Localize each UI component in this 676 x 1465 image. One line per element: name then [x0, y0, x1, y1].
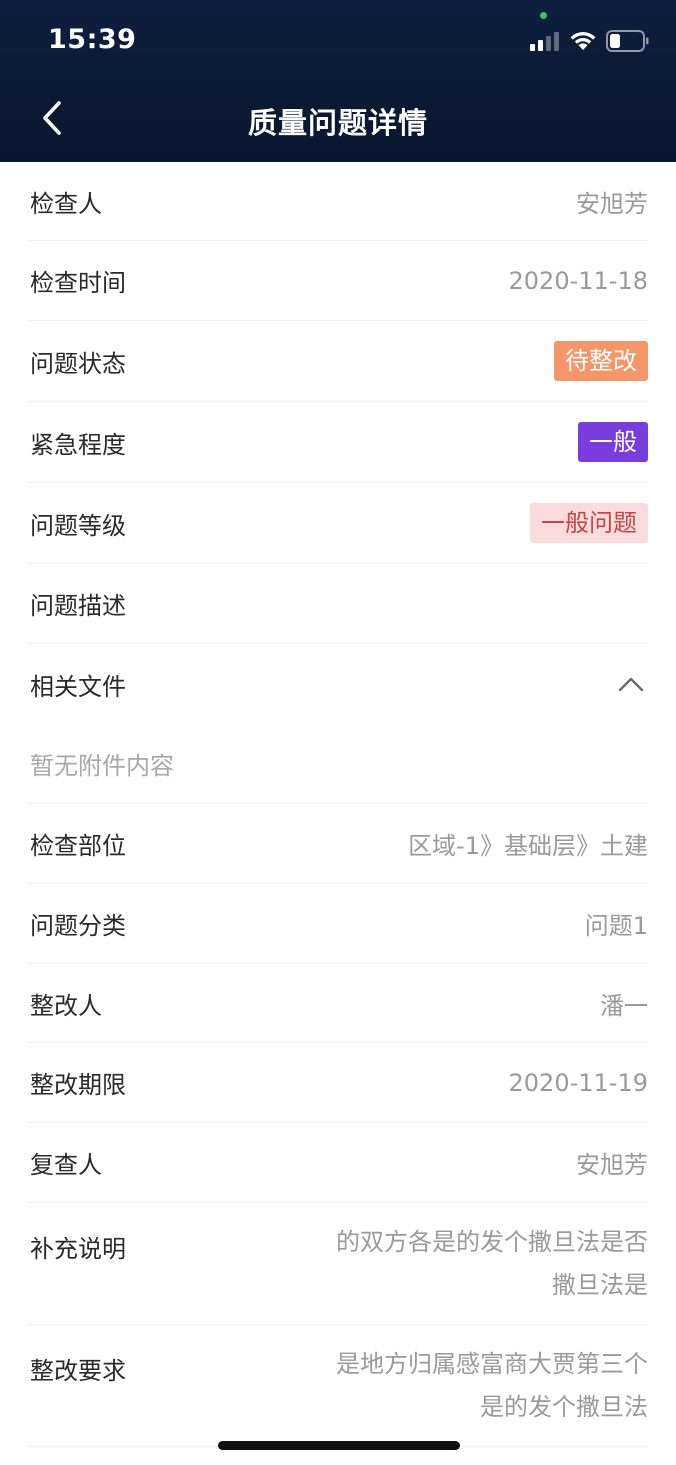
- urgency-badge: 一般: [578, 422, 648, 462]
- row-problem-description: 问题描述: [28, 564, 648, 644]
- row-label: 整改期限: [30, 1071, 126, 1099]
- row-label: 紧急程度: [30, 430, 126, 459]
- wifi-icon: [568, 28, 598, 52]
- home-indicator[interactable]: [218, 1441, 460, 1450]
- row-value: 区域-1》基础层》土建: [408, 832, 648, 860]
- row-value: 安旭芳: [576, 1151, 648, 1179]
- row-problem-status: 问题状态 待整改: [28, 321, 648, 402]
- row-reviewer: 复查人 安旭芳: [28, 1123, 648, 1203]
- header: 15:39 质量问题详情: [0, 0, 676, 162]
- row-value: 潘一: [600, 991, 648, 1020]
- row-label: 检查人: [30, 189, 102, 218]
- empty-attachments-text: 暂无附件内容: [30, 752, 174, 780]
- row-label: 整改要求: [30, 1357, 126, 1385]
- row-problem-category: 问题分类 问题1: [28, 884, 648, 964]
- row-value: 2020-11-18: [508, 266, 648, 295]
- row-rectifier: 整改人 潘一: [28, 964, 648, 1043]
- row-supplementary-note: 补充说明 的双方各是的发个撒旦法是否撒旦法是: [28, 1203, 648, 1325]
- row-label: 问题等级: [30, 511, 126, 540]
- level-badge: 一般问题: [530, 503, 648, 543]
- attachments-empty: 暂无附件内容: [28, 724, 648, 804]
- row-label: 复查人: [30, 1151, 102, 1179]
- row-label: 检查部位: [30, 832, 126, 860]
- detail-list: 检查人 安旭芳 检查时间 2020-11-18 问题状态 待整改 紧急程度 一般…: [0, 162, 676, 1447]
- camera-indicator-dot: [540, 12, 547, 19]
- row-related-files[interactable]: 相关文件: [28, 644, 648, 724]
- row-value: 的双方各是的发个撒旦法是否撒旦法是: [336, 1228, 648, 1299]
- row-urgency: 紧急程度 一般: [28, 402, 648, 483]
- row-label: 问题分类: [30, 912, 126, 940]
- row-value: 2020-11-19: [508, 1068, 648, 1097]
- battery-icon: [606, 30, 650, 52]
- row-inspector: 检查人 安旭芳: [28, 162, 648, 241]
- row-inspection-location: 检查部位 区域-1》基础层》土建: [28, 804, 648, 884]
- row-value: 安旭芳: [576, 189, 648, 218]
- row-value: 是地方归属感富商大贾第三个是的发个撒旦法: [336, 1350, 648, 1421]
- row-rectification-deadline: 整改期限 2020-11-19: [28, 1043, 648, 1123]
- cellular-signal-icon: [530, 31, 562, 51]
- row-label: 问题描述: [30, 592, 126, 620]
- row-problem-level: 问题等级 一般问题: [28, 483, 648, 564]
- row-inspection-time: 检查时间 2020-11-18: [28, 241, 648, 321]
- row-label: 相关文件: [30, 672, 126, 701]
- row-label: 问题状态: [30, 349, 126, 378]
- page-title: 质量问题详情: [247, 106, 428, 140]
- status-time: 15:39: [48, 24, 137, 55]
- row-label: 检查时间: [30, 269, 126, 297]
- row-label: 补充说明: [30, 1235, 126, 1263]
- status-badge: 待整改: [554, 341, 648, 381]
- row-label: 整改人: [30, 991, 102, 1020]
- row-rectification-requirement: 整改要求 是地方归属感富商大贾第三个是的发个撒旦法: [28, 1325, 648, 1447]
- quality-issue-detail-screen: 15:39 质量问题详情 检查人 安旭芳 检查时间 2020-11-18 问题状…: [0, 0, 676, 1465]
- chevron-up-icon[interactable]: [616, 674, 646, 694]
- row-value: 问题1: [584, 912, 648, 940]
